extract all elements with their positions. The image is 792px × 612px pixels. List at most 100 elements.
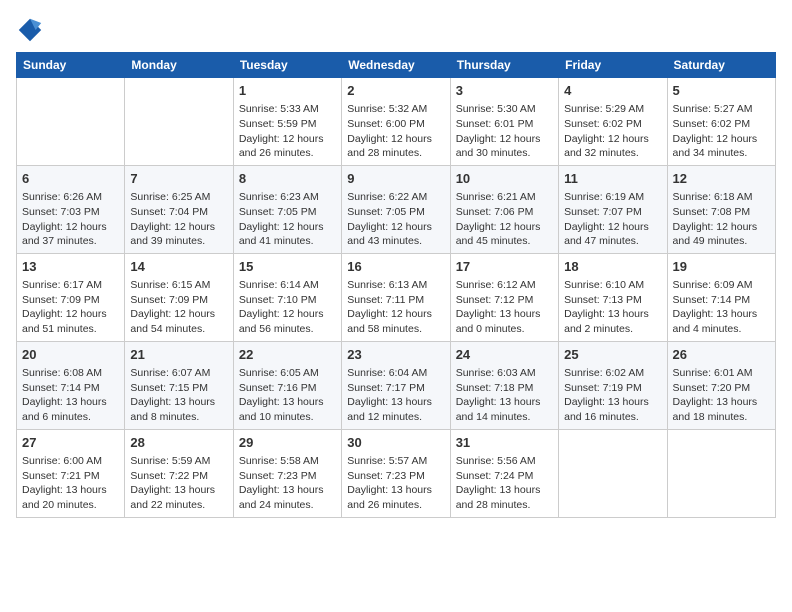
calendar-cell: 1 Sunrise: 5:33 AM Sunset: 5:59 PM Daylig… — [233, 78, 341, 166]
day-number: 28 — [130, 434, 227, 452]
day-number: 18 — [564, 258, 661, 276]
calendar-cell — [17, 78, 125, 166]
day-number: 26 — [673, 346, 770, 364]
day-number: 6 — [22, 170, 119, 188]
day-info: Sunrise: 6:21 AM Sunset: 7:06 PM Dayligh… — [456, 190, 553, 249]
col-sunday: Sunday — [17, 53, 125, 78]
calendar-cell — [125, 78, 233, 166]
day-number: 20 — [22, 346, 119, 364]
day-info: Sunrise: 6:01 AM Sunset: 7:20 PM Dayligh… — [673, 366, 770, 425]
day-info: Sunrise: 6:13 AM Sunset: 7:11 PM Dayligh… — [347, 278, 444, 337]
header-row: Sunday Monday Tuesday Wednesday Thursday… — [17, 53, 776, 78]
day-info: Sunrise: 6:14 AM Sunset: 7:10 PM Dayligh… — [239, 278, 336, 337]
calendar-cell: 28 Sunrise: 5:59 AM Sunset: 7:22 PM Dayli… — [125, 429, 233, 517]
calendar-cell: 18 Sunrise: 6:10 AM Sunset: 7:13 PM Dayli… — [559, 253, 667, 341]
day-number: 29 — [239, 434, 336, 452]
day-info: Sunrise: 6:17 AM Sunset: 7:09 PM Dayligh… — [22, 278, 119, 337]
day-info: Sunrise: 5:58 AM Sunset: 7:23 PM Dayligh… — [239, 454, 336, 513]
col-saturday: Saturday — [667, 53, 775, 78]
day-info: Sunrise: 5:30 AM Sunset: 6:01 PM Dayligh… — [456, 102, 553, 161]
col-wednesday: Wednesday — [342, 53, 450, 78]
week-row-3: 13Sunrise: 6:17 AM Sunset: 7:09 PM Dayli… — [17, 253, 776, 341]
calendar-cell: 2 Sunrise: 5:32 AM Sunset: 6:00 PM Daylig… — [342, 78, 450, 166]
day-number: 9 — [347, 170, 444, 188]
day-number: 8 — [239, 170, 336, 188]
calendar-cell: 27Sunrise: 6:00 AM Sunset: 7:21 PM Dayli… — [17, 429, 125, 517]
day-info: Sunrise: 5:32 AM Sunset: 6:00 PM Dayligh… — [347, 102, 444, 161]
day-info: Sunrise: 5:59 AM Sunset: 7:22 PM Dayligh… — [130, 454, 227, 513]
day-info: Sunrise: 6:03 AM Sunset: 7:18 PM Dayligh… — [456, 366, 553, 425]
calendar-cell: 26 Sunrise: 6:01 AM Sunset: 7:20 PM Dayli… — [667, 341, 775, 429]
day-number: 22 — [239, 346, 336, 364]
logo — [16, 16, 48, 44]
calendar-cell: 20 Sunrise: 6:08 AM Sunset: 7:14 PM Dayli… — [17, 341, 125, 429]
day-number: 16 — [347, 258, 444, 276]
day-info: Sunrise: 5:29 AM Sunset: 6:02 PM Dayligh… — [564, 102, 661, 161]
calendar-cell: 11Sunrise: 6:19 AM Sunset: 7:07 PM Dayli… — [559, 165, 667, 253]
day-info: Sunrise: 6:23 AM Sunset: 7:05 PM Dayligh… — [239, 190, 336, 249]
calendar-cell — [667, 429, 775, 517]
calendar-cell: 9Sunrise: 6:22 AM Sunset: 7:05 PM Daylig… — [342, 165, 450, 253]
calendar-cell: 8 Sunrise: 6:23 AM Sunset: 7:05 PM Daylig… — [233, 165, 341, 253]
calendar-cell: 30 Sunrise: 5:57 AM Sunset: 7:23 PM Dayli… — [342, 429, 450, 517]
day-number: 12 — [673, 170, 770, 188]
calendar-cell: 21 Sunrise: 6:07 AM Sunset: 7:15 PM Dayli… — [125, 341, 233, 429]
col-monday: Monday — [125, 53, 233, 78]
calendar-cell — [559, 429, 667, 517]
logo-icon — [16, 16, 44, 44]
day-info: Sunrise: 6:08 AM Sunset: 7:14 PM Dayligh… — [22, 366, 119, 425]
day-number: 19 — [673, 258, 770, 276]
day-info: Sunrise: 6:09 AM Sunset: 7:14 PM Dayligh… — [673, 278, 770, 337]
calendar-cell: 3 Sunrise: 5:30 AM Sunset: 6:01 PM Daylig… — [450, 78, 558, 166]
day-number: 31 — [456, 434, 553, 452]
day-number: 3 — [456, 82, 553, 100]
day-number: 10 — [456, 170, 553, 188]
page-header — [16, 16, 776, 44]
calendar-cell: 14 Sunrise: 6:15 AM Sunset: 7:09 PM Dayli… — [125, 253, 233, 341]
calendar-cell: 22Sunrise: 6:05 AM Sunset: 7:16 PM Dayli… — [233, 341, 341, 429]
calendar-cell: 6Sunrise: 6:26 AM Sunset: 7:03 PM Daylig… — [17, 165, 125, 253]
day-info: Sunrise: 6:07 AM Sunset: 7:15 PM Dayligh… — [130, 366, 227, 425]
week-row-2: 6Sunrise: 6:26 AM Sunset: 7:03 PM Daylig… — [17, 165, 776, 253]
day-number: 2 — [347, 82, 444, 100]
col-friday: Friday — [559, 53, 667, 78]
calendar-cell: 25Sunrise: 6:02 AM Sunset: 7:19 PM Dayli… — [559, 341, 667, 429]
day-info: Sunrise: 6:12 AM Sunset: 7:12 PM Dayligh… — [456, 278, 553, 337]
col-thursday: Thursday — [450, 53, 558, 78]
calendar-cell: 19 Sunrise: 6:09 AM Sunset: 7:14 PM Dayli… — [667, 253, 775, 341]
day-info: Sunrise: 5:57 AM Sunset: 7:23 PM Dayligh… — [347, 454, 444, 513]
calendar-cell: 23 Sunrise: 6:04 AM Sunset: 7:17 PM Dayli… — [342, 341, 450, 429]
day-number: 11 — [564, 170, 661, 188]
col-tuesday: Tuesday — [233, 53, 341, 78]
week-row-1: 1 Sunrise: 5:33 AM Sunset: 5:59 PM Daylig… — [17, 78, 776, 166]
day-info: Sunrise: 6:18 AM Sunset: 7:08 PM Dayligh… — [673, 190, 770, 249]
calendar-cell: 12 Sunrise: 6:18 AM Sunset: 7:08 PM Dayli… — [667, 165, 775, 253]
week-row-4: 20 Sunrise: 6:08 AM Sunset: 7:14 PM Dayli… — [17, 341, 776, 429]
day-info: Sunrise: 5:33 AM Sunset: 5:59 PM Dayligh… — [239, 102, 336, 161]
day-number: 1 — [239, 82, 336, 100]
day-info: Sunrise: 6:15 AM Sunset: 7:09 PM Dayligh… — [130, 278, 227, 337]
day-info: Sunrise: 5:56 AM Sunset: 7:24 PM Dayligh… — [456, 454, 553, 513]
calendar-cell: 5Sunrise: 5:27 AM Sunset: 6:02 PM Daylig… — [667, 78, 775, 166]
day-number: 21 — [130, 346, 227, 364]
day-number: 30 — [347, 434, 444, 452]
day-info: Sunrise: 6:04 AM Sunset: 7:17 PM Dayligh… — [347, 366, 444, 425]
day-number: 17 — [456, 258, 553, 276]
day-info: Sunrise: 5:27 AM Sunset: 6:02 PM Dayligh… — [673, 102, 770, 161]
calendar-cell: 10 Sunrise: 6:21 AM Sunset: 7:06 PM Dayli… — [450, 165, 558, 253]
calendar-cell: 7 Sunrise: 6:25 AM Sunset: 7:04 PM Daylig… — [125, 165, 233, 253]
day-number: 14 — [130, 258, 227, 276]
day-number: 15 — [239, 258, 336, 276]
day-info: Sunrise: 6:10 AM Sunset: 7:13 PM Dayligh… — [564, 278, 661, 337]
calendar-cell: 16 Sunrise: 6:13 AM Sunset: 7:11 PM Dayli… — [342, 253, 450, 341]
day-number: 23 — [347, 346, 444, 364]
day-number: 7 — [130, 170, 227, 188]
calendar-cell: 29 Sunrise: 5:58 AM Sunset: 7:23 PM Dayli… — [233, 429, 341, 517]
day-number: 24 — [456, 346, 553, 364]
day-number: 25 — [564, 346, 661, 364]
calendar-cell: 31 Sunrise: 5:56 AM Sunset: 7:24 PM Dayli… — [450, 429, 558, 517]
day-info: Sunrise: 6:25 AM Sunset: 7:04 PM Dayligh… — [130, 190, 227, 249]
calendar-cell: 13Sunrise: 6:17 AM Sunset: 7:09 PM Dayli… — [17, 253, 125, 341]
calendar-table: Sunday Monday Tuesday Wednesday Thursday… — [16, 52, 776, 518]
calendar-cell: 24 Sunrise: 6:03 AM Sunset: 7:18 PM Dayli… — [450, 341, 558, 429]
